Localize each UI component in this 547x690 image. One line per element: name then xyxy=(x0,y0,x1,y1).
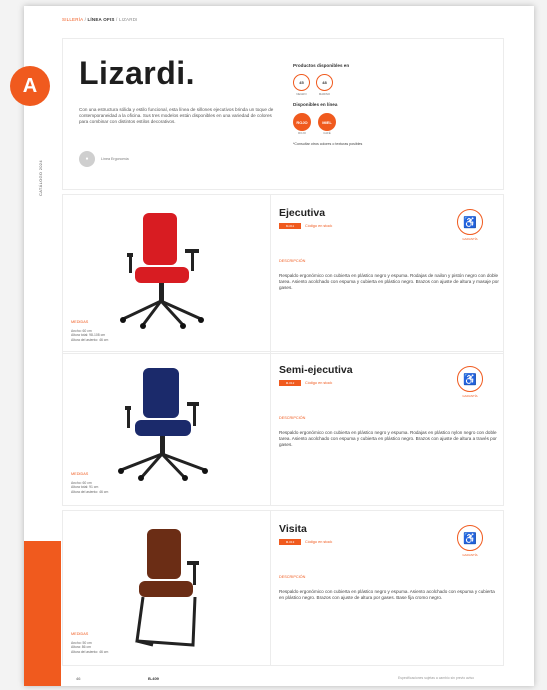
warranty-label: GARANTÍA xyxy=(462,394,478,398)
chair-image xyxy=(135,529,199,647)
product-specs: MEDIDAS Ancho: 60 cm Altura total: 98-10… xyxy=(71,320,108,343)
product-image-column: MEDIDAS Ancho: 60 cm Altura total: 91 cm… xyxy=(63,352,271,505)
specs-label: MEDIDAS xyxy=(71,319,89,324)
finish-swatch: ROJO xyxy=(293,113,311,131)
description-label: DESCRIPCIÓN xyxy=(279,575,306,579)
stock-link[interactable]: Código en stock xyxy=(305,540,332,544)
finish-caption: CAFÉ xyxy=(323,131,331,135)
ergonomics-icon: ● xyxy=(79,151,95,167)
footer-disclaimer: Especificaciones sujetas a cambio sin pr… xyxy=(398,676,474,680)
product-card: MEDIDAS Ancho: 60 cm Altura total: 91 cm… xyxy=(62,351,504,506)
warranty-badge: ♿ GARANTÍA xyxy=(455,366,485,398)
product-code: M-013 xyxy=(279,539,301,545)
catalog-page: CATÁLOGO 2024 SILLERÍA / LÍNEA OFIS / LI… xyxy=(24,6,534,686)
hero-section: Lizardi. Con una estructura sólida y est… xyxy=(62,38,504,190)
spec-line: Altura del asiento: 46 cm xyxy=(71,490,109,495)
finish-title: Disponibles en línea xyxy=(293,102,338,107)
product-code: M-011 xyxy=(279,223,301,229)
product-specs: MEDIDAS Ancho: 60 cm Altura total: 91 cm… xyxy=(71,472,108,495)
description-label: DESCRIPCIÓN xyxy=(279,416,306,420)
product-specs: MEDIDAS Ancho: 50 cm Altura: 86 cm Altur… xyxy=(71,632,108,655)
color-ring: 45 xyxy=(293,74,310,91)
availability-panel: Productos disponibles en 45 NEGRO 48 MAR… xyxy=(293,63,493,146)
product-image-column: MEDIDAS Ancho: 60 cm Altura total: 98-10… xyxy=(63,195,271,353)
finish-option[interactable]: MIEL CAFÉ xyxy=(318,113,336,135)
specs-label: MEDIDAS xyxy=(71,631,89,636)
availability-title: Productos disponibles en xyxy=(293,63,350,68)
product-description: Respaldo ergonómico con cubierta en plás… xyxy=(279,430,497,447)
product-description: Respaldo ergonómico con cubierta en plás… xyxy=(279,273,499,290)
finish-caption: ROJO xyxy=(298,131,306,135)
breadcrumb-part2[interactable]: LÍNEA OFIS xyxy=(87,17,114,22)
side-label: CATÁLOGO 2024 xyxy=(38,160,43,196)
spec-line: Altura del asiento: 46 cm xyxy=(71,650,109,655)
product-card: MEDIDAS Ancho: 60 cm Altura total: 98-10… xyxy=(62,194,504,354)
breadcrumb-part1[interactable]: SILLERÍA xyxy=(62,17,83,22)
section-badge: A xyxy=(10,66,50,106)
color-ring: 48 xyxy=(316,74,333,91)
warranty-badge: ♿ GARANTÍA xyxy=(455,209,485,241)
spec-line: Altura del asiento: 46 cm xyxy=(71,338,109,343)
color-caption: NEGRO xyxy=(296,92,307,96)
product-code: M-012 xyxy=(279,380,301,386)
page-title: Lizardi. xyxy=(79,55,196,91)
finish-option[interactable]: ROJO ROJO xyxy=(293,113,311,135)
warranty-icon: ♿ xyxy=(457,525,483,551)
product-image-column: MEDIDAS Ancho: 50 cm Altura: 86 cm Altur… xyxy=(63,511,271,665)
ergonomics-logo: ● Línea Ergonomía xyxy=(79,151,129,167)
chair-image xyxy=(120,213,204,329)
stock-link[interactable]: Código en stock xyxy=(305,381,332,385)
availability-note: *Consultar otros colores o texturas posi… xyxy=(293,142,363,146)
ergonomics-label: Línea Ergonomía xyxy=(101,157,129,161)
color-option[interactable]: 45 NEGRO xyxy=(293,74,310,96)
warranty-badge: ♿ GARANTÍA xyxy=(455,525,485,557)
color-option[interactable]: 48 MARINO xyxy=(316,74,333,96)
side-color-bar xyxy=(24,541,61,686)
stock-link[interactable]: Código en stock xyxy=(305,224,332,228)
product-description: Respaldo ergonómico con cubierta en plás… xyxy=(279,589,495,600)
finish-swatch: MIEL xyxy=(318,113,336,131)
breadcrumb: SILLERÍA / LÍNEA OFIS / LIZARDI xyxy=(62,17,138,22)
color-caption: MARINO xyxy=(318,92,331,96)
page-number: 46 xyxy=(76,676,81,681)
warranty-icon: ♿ xyxy=(457,366,483,392)
warranty-label: GARANTÍA xyxy=(462,237,478,241)
product-card: MEDIDAS Ancho: 50 cm Altura: 86 cm Altur… xyxy=(62,510,504,666)
intro-text: Con una estructura sólida y estilo funci… xyxy=(79,107,274,125)
specs-label: MEDIDAS xyxy=(71,471,89,476)
warranty-icon: ♿ xyxy=(457,209,483,235)
footer-code: B-409 xyxy=(148,676,159,681)
breadcrumb-part3: LIZARDI xyxy=(118,17,138,22)
description-label: DESCRIPCIÓN xyxy=(279,259,306,263)
chair-image xyxy=(118,368,208,481)
warranty-label: GARANTÍA xyxy=(462,553,478,557)
